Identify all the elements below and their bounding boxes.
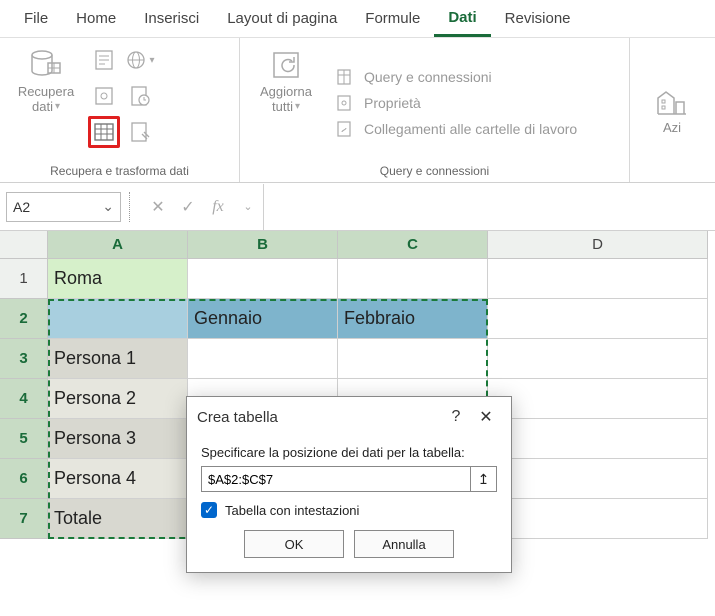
cell[interactable]	[488, 419, 708, 459]
from-table-range-button[interactable]	[88, 116, 120, 148]
cell[interactable]: Persona 1	[48, 339, 188, 379]
dialog-title: Crea tabella	[197, 409, 278, 426]
select-all-corner[interactable]	[0, 231, 48, 259]
cell[interactable]: Gennaio	[188, 299, 338, 339]
building-icon	[650, 86, 694, 120]
row-header[interactable]: 1	[0, 259, 48, 299]
tab-home[interactable]: Home	[62, 2, 130, 35]
row-header[interactable]: 5	[0, 419, 48, 459]
name-box[interactable]: A2 ⌄	[6, 192, 121, 222]
queries-connections-button[interactable]: Query e connessioni	[336, 68, 577, 86]
recent-sources-button[interactable]	[124, 80, 156, 112]
ok-button[interactable]: OK	[244, 530, 344, 558]
cell[interactable]	[488, 379, 708, 419]
properties-icon	[336, 94, 356, 112]
cell[interactable]: Febbraio	[338, 299, 488, 339]
properties-button[interactable]: Proprietà	[336, 94, 577, 112]
get-data-button[interactable]: Recupera dati▾	[10, 44, 82, 162]
tab-dati[interactable]: Dati	[434, 1, 490, 37]
from-web-button[interactable]: ▾	[124, 44, 156, 76]
separator	[129, 192, 135, 222]
range-picker-button[interactable]: ↥	[470, 467, 496, 491]
stocks-button[interactable]: Azi	[650, 86, 694, 135]
cell[interactable]	[188, 259, 338, 299]
refresh-icon	[264, 48, 308, 82]
dialog-instruction: Specificare la posizione dei dati per la…	[201, 445, 497, 460]
dialog-help-button[interactable]: ?	[441, 408, 471, 426]
cell[interactable]: Persona 3	[48, 419, 188, 459]
tab-formule[interactable]: Formule	[351, 2, 434, 35]
cell[interactable]	[338, 259, 488, 299]
ribbon-tabs: File Home Inserisci Layout di pagina For…	[0, 0, 715, 38]
row-header[interactable]: 6	[0, 459, 48, 499]
cell[interactable]: Persona 2	[48, 379, 188, 419]
range-input[interactable]	[202, 467, 470, 491]
tab-inserisci[interactable]: Inserisci	[130, 2, 213, 35]
chevron-down-icon: ▾	[295, 101, 300, 112]
cancel-button[interactable]: Annulla	[354, 530, 454, 558]
database-icon	[24, 48, 68, 82]
col-header-a[interactable]: A	[48, 231, 188, 259]
row-header[interactable]: 4	[0, 379, 48, 419]
cell[interactable]: Persona 4	[48, 459, 188, 499]
cell[interactable]	[488, 339, 708, 379]
refresh-label-2: tutti	[272, 99, 293, 114]
tab-revisione[interactable]: Revisione	[491, 2, 585, 35]
cell[interactable]	[488, 299, 708, 339]
col-header-c[interactable]: C	[338, 231, 488, 259]
stocks-label: Azi	[663, 120, 681, 135]
link-icon	[336, 68, 356, 86]
existing-connections-button[interactable]	[124, 116, 156, 148]
cell[interactable]	[188, 339, 338, 379]
refresh-label-1: Aggiorna	[260, 84, 312, 99]
qc-label: Query e connessioni	[364, 69, 492, 85]
cell[interactable]: Roma	[48, 259, 188, 299]
row-header[interactable]: 3	[0, 339, 48, 379]
get-data-label-2: dati	[32, 99, 53, 114]
from-sheet-button[interactable]	[88, 80, 120, 112]
cell[interactable]	[338, 339, 488, 379]
row-header[interactable]: 2	[0, 299, 48, 339]
name-box-value: A2	[13, 199, 30, 215]
properties-label: Proprietà	[364, 95, 421, 111]
tab-file[interactable]: File	[10, 2, 62, 35]
group-label-queries: Query e connessioni	[250, 164, 619, 178]
cell[interactable]	[488, 499, 708, 539]
formula-input[interactable]	[263, 184, 715, 230]
headers-checkbox-label[interactable]: Tabella con intestazioni	[225, 503, 359, 518]
fx-icon[interactable]: fx	[205, 194, 231, 220]
cell[interactable]	[48, 299, 188, 339]
chevron-down-icon: ▾	[149, 55, 154, 66]
dialog-close-button[interactable]: ✕	[471, 407, 501, 427]
headers-checkbox[interactable]: ✓	[201, 502, 217, 518]
create-table-dialog: Crea tabella ? ✕ Specificare la posizion…	[186, 396, 512, 573]
from-text-button[interactable]	[88, 44, 120, 76]
col-header-d[interactable]: D	[488, 231, 708, 259]
formula-bar: A2 ⌄ ✕ ✓ fx ⌄	[0, 183, 715, 231]
col-header-b[interactable]: B	[188, 231, 338, 259]
get-data-label-1: Recupera	[18, 84, 74, 99]
group-label-transform: Recupera e trasforma dati	[10, 164, 229, 178]
accept-formula-icon[interactable]: ✓	[175, 194, 201, 220]
refresh-all-button[interactable]: Aggiorna tutti▾	[250, 44, 322, 162]
workbook-links-button[interactable]: Collegamenti alle cartelle di lavoro	[336, 120, 577, 138]
ribbon: Recupera dati▾ ▾ Recupera e trasforma da…	[0, 38, 715, 183]
chevron-down-icon[interactable]: ⌄	[235, 194, 261, 220]
chevron-down-icon[interactable]: ⌄	[102, 198, 114, 215]
cell[interactable]	[488, 259, 708, 299]
cell[interactable]	[488, 459, 708, 499]
workbook-links-icon	[336, 120, 356, 138]
workbook-links-label: Collegamenti alle cartelle di lavoro	[364, 121, 577, 137]
cancel-formula-icon[interactable]: ✕	[145, 194, 171, 220]
row-header[interactable]: 7	[0, 499, 48, 539]
cell[interactable]: Totale	[48, 499, 188, 539]
chevron-down-icon: ▾	[55, 101, 60, 112]
tab-layout[interactable]: Layout di pagina	[213, 2, 351, 35]
